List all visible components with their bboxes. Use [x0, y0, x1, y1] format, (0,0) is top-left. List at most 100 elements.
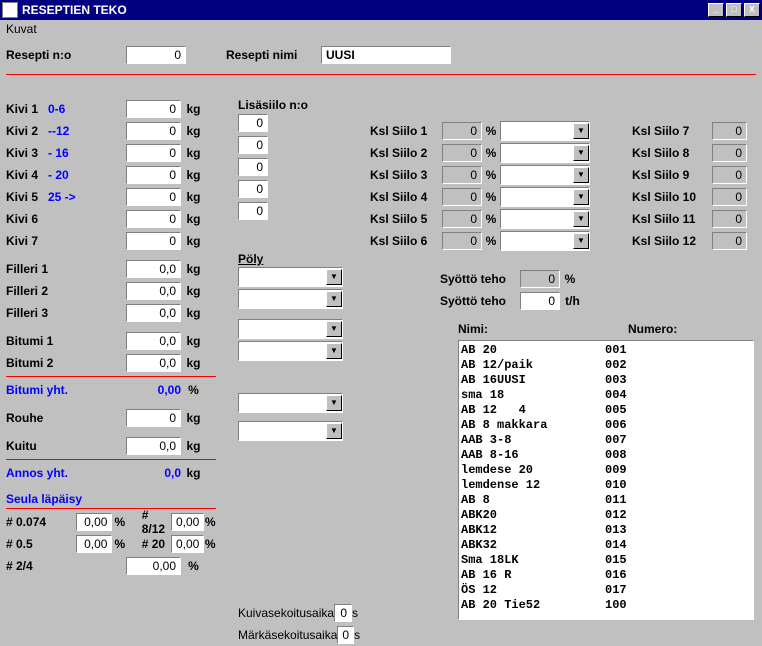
seula-input[interactable]: 0,00	[126, 557, 181, 575]
chevron-down-icon[interactable]: ▼	[326, 291, 342, 307]
filleri-input[interactable]: 0,0	[126, 282, 181, 300]
kivi-input[interactable]: 0	[126, 144, 181, 162]
chevron-down-icon[interactable]: ▼	[326, 321, 342, 337]
filleri-unit: kg	[181, 306, 206, 320]
menu-kuvat[interactable]: Kuvat	[6, 22, 37, 36]
list-item[interactable]: AB 16 R 016	[461, 568, 751, 583]
ksl-siilo2-label: Ksl Siilo 12	[632, 234, 712, 248]
chevron-down-icon[interactable]: ▼	[326, 269, 342, 285]
dropdown[interactable]: ▼	[238, 319, 343, 339]
bitumi-input[interactable]: 0,0	[126, 354, 181, 372]
ksl-siilo-unit: %	[482, 212, 500, 226]
seula-header: Seula läpäisy	[6, 492, 216, 506]
dropdown[interactable]: ▼	[500, 165, 590, 185]
seula-unit: %	[204, 515, 216, 529]
list-item[interactable]: ABK12 013	[461, 523, 751, 538]
chevron-down-icon[interactable]: ▼	[326, 343, 342, 359]
ksl-siilo-label: Ksl Siilo 4	[370, 190, 442, 204]
seula-input[interactable]: 0,00	[171, 535, 204, 553]
ksl-siilo2-val: 0	[712, 188, 747, 206]
list-item[interactable]: AB 16UUSI 003	[461, 373, 751, 388]
syotto-pct-val: 0	[520, 270, 560, 288]
bitumi-input[interactable]: 0,0	[126, 332, 181, 350]
rouhe-input[interactable]: 0	[126, 409, 181, 427]
minimize-button[interactable]: _	[708, 3, 724, 17]
ksl-siilo2-label: Ksl Siilo 7	[632, 124, 712, 138]
resepti-nro-input[interactable]: 0	[126, 46, 186, 64]
syotto-th-unit: t/h	[560, 294, 585, 308]
marka-input[interactable]: 0	[337, 626, 354, 644]
list-item[interactable]: lemdense 12 010	[461, 478, 751, 493]
dropdown[interactable]: ▼	[238, 341, 343, 361]
dropdown[interactable]: ▼	[238, 289, 343, 309]
chevron-down-icon[interactable]: ▼	[573, 123, 589, 139]
kivi-input[interactable]: 0	[126, 232, 181, 250]
chevron-down-icon[interactable]: ▼	[573, 167, 589, 183]
list-item[interactable]: lemdese 20 009	[461, 463, 751, 478]
kivi-unit: kg	[181, 102, 206, 116]
dropdown[interactable]: ▼	[238, 421, 343, 441]
filleri-input[interactable]: 0,0	[126, 260, 181, 278]
ksl-siilo-val: 0	[442, 166, 482, 184]
lisasiilo-input[interactable]: 0	[238, 136, 268, 154]
dropdown[interactable]: ▼	[500, 143, 590, 163]
syotto-th-input[interactable]: 0	[520, 292, 560, 310]
list-item[interactable]: AB 12 4 005	[461, 403, 751, 418]
chevron-down-icon[interactable]: ▼	[573, 189, 589, 205]
rouhe-label: Rouhe	[6, 411, 126, 425]
bitumi-unit: kg	[181, 356, 206, 370]
rouhe-unit: kg	[181, 411, 206, 425]
list-item[interactable]: Sma 18LK 015	[461, 553, 751, 568]
ksl-siilo-label: Ksl Siilo 3	[370, 168, 442, 182]
kivi-input[interactable]: 0	[126, 210, 181, 228]
dropdown[interactable]: ▼	[500, 187, 590, 207]
list-item[interactable]: AB 20 001	[461, 343, 751, 358]
ksl-siilo-label: Ksl Siilo 6	[370, 234, 442, 248]
list-item[interactable]: sma 18 004	[461, 388, 751, 403]
app-icon	[2, 2, 18, 18]
kivi-unit: kg	[181, 124, 206, 138]
list-item[interactable]: AB 20 Tie52 100	[461, 598, 751, 613]
list-item[interactable]: AB 8 011	[461, 493, 751, 508]
ksl-siilo-unit: %	[482, 234, 500, 248]
resepti-nimi-input[interactable]: UUSI	[321, 46, 451, 64]
dropdown[interactable]: ▼	[238, 393, 343, 413]
list-item[interactable]: AAB 3-8 007	[461, 433, 751, 448]
recipe-listbox[interactable]: AB 20 001AB 12/paik 002AB 16UUSI 003sma …	[458, 340, 754, 620]
filleri-input[interactable]: 0,0	[126, 304, 181, 322]
list-item[interactable]: ABK20 012	[461, 508, 751, 523]
lisasiilo-input[interactable]: 0	[238, 158, 268, 176]
title-bar: RESEPTIEN TEKO _ □ X	[0, 0, 762, 20]
marka-label: Märkäsekoitusaika	[238, 628, 337, 642]
chevron-down-icon[interactable]: ▼	[573, 233, 589, 249]
list-item[interactable]: AB 8 makkara 006	[461, 418, 751, 433]
dropdown[interactable]: ▼	[500, 231, 590, 251]
kivi-input[interactable]: 0	[126, 188, 181, 206]
chevron-down-icon[interactable]: ▼	[573, 145, 589, 161]
ksl-siilo2-label: Ksl Siilo 8	[632, 146, 712, 160]
dropdown[interactable]: ▼	[500, 209, 590, 229]
lisasiilo-input[interactable]: 0	[238, 202, 268, 220]
lisasiilo-input[interactable]: 0	[238, 180, 268, 198]
seula-input[interactable]: 0,00	[171, 513, 204, 531]
seula-input[interactable]: 0,00	[76, 513, 112, 531]
list-item[interactable]: ABK32 014	[461, 538, 751, 553]
list-item[interactable]: ÖS 12 017	[461, 583, 751, 598]
kivi-input[interactable]: 0	[126, 100, 181, 118]
maximize-button[interactable]: □	[726, 3, 742, 17]
bitumi-label: Bitumi 1	[6, 334, 126, 348]
kuiva-input[interactable]: 0	[334, 604, 352, 622]
list-item[interactable]: AAB 8-16 008	[461, 448, 751, 463]
kivi-input[interactable]: 0	[126, 122, 181, 140]
chevron-down-icon[interactable]: ▼	[573, 211, 589, 227]
list-item[interactable]: AB 12/paik 002	[461, 358, 751, 373]
dropdown[interactable]: ▼	[238, 267, 343, 287]
seula-input[interactable]: 0,00	[76, 535, 112, 553]
chevron-down-icon[interactable]: ▼	[326, 395, 342, 411]
chevron-down-icon[interactable]: ▼	[326, 423, 342, 439]
dropdown[interactable]: ▼	[500, 121, 590, 141]
close-button[interactable]: X	[744, 3, 760, 17]
kuitu-input[interactable]: 0,0	[126, 437, 181, 455]
lisasiilo-input[interactable]: 0	[238, 114, 268, 132]
kivi-input[interactable]: 0	[126, 166, 181, 184]
